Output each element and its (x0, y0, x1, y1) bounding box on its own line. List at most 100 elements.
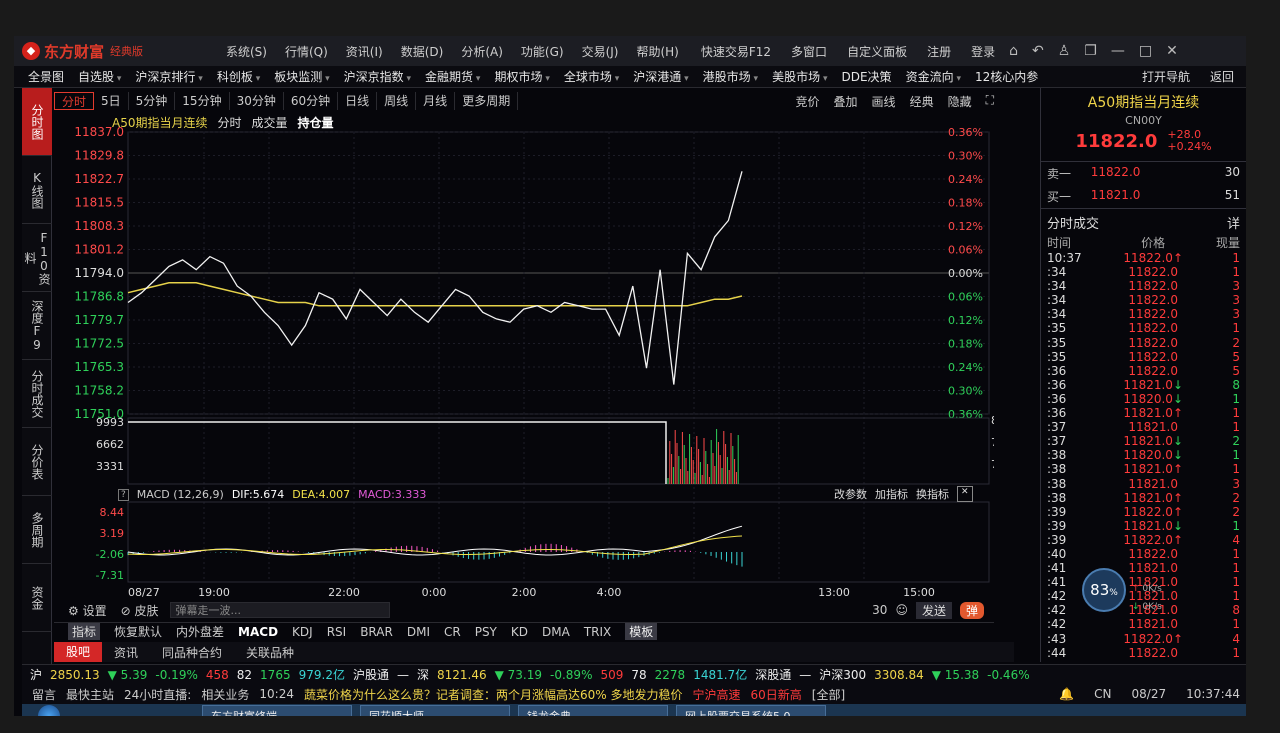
help-icon[interactable]: ? (118, 488, 129, 501)
indicator-inout[interactable]: 内外盘差 (176, 623, 224, 640)
leave-message-button[interactable]: 留言 (32, 686, 56, 703)
danmu-toggle[interactable]: 弹 (959, 601, 984, 619)
minimize-icon[interactable]: — (1111, 43, 1125, 59)
indicator-tab-label[interactable]: 指标 (68, 623, 101, 640)
draw-button[interactable]: 画线 (872, 93, 896, 110)
menu-help[interactable]: 帮助(H) (636, 43, 678, 60)
nav-options[interactable]: 期权市场 (494, 68, 549, 85)
indicator-reset[interactable]: 恢复默认 (114, 623, 162, 640)
period-15min[interactable]: 15分钟 (175, 92, 230, 110)
menu-function[interactable]: 功能(G) (521, 43, 564, 60)
bell-icon[interactable]: 🔔 (1059, 687, 1074, 701)
send-button[interactable]: 发送 (915, 601, 952, 619)
period-5min[interactable]: 5分钟 (129, 92, 176, 110)
indicator-trix[interactable]: TRIX (584, 625, 611, 639)
nav-indices[interactable]: 沪深京指数 (344, 68, 411, 85)
tab-f10[interactable]: F10资料 (22, 224, 52, 292)
overlay-button[interactable]: 叠加 (834, 93, 858, 110)
nav-us[interactable]: 美股市场 (772, 68, 827, 85)
tab-depth[interactable]: 深度F9 (22, 292, 52, 360)
fastest-server[interactable]: 最快主站 (66, 686, 114, 703)
shirt-icon[interactable]: ♙ (1058, 43, 1071, 59)
tab-same-contract[interactable]: 同品种合约 (150, 644, 234, 661)
nav-hk[interactable]: 港股市场 (703, 68, 758, 85)
open-nav-button[interactable]: 打开导航 (1142, 68, 1190, 85)
tab-news[interactable]: 资讯 (102, 644, 150, 661)
back-icon[interactable]: ↶ (1032, 43, 1044, 59)
oi-label[interactable]: 持仓量 (298, 114, 334, 131)
indicator-template[interactable]: 模板 (625, 623, 658, 640)
emoji-icon[interactable]: ☺ (895, 603, 908, 617)
indicator-rsi[interactable]: RSI (327, 625, 347, 639)
tab-kline[interactable]: K线图 (22, 156, 52, 224)
nav-global[interactable]: 全球市场 (564, 68, 619, 85)
hs300-value[interactable]: 3308.84 (874, 668, 924, 682)
tab-price-table[interactable]: 分价表 (22, 428, 52, 496)
indicator-kdj[interactable]: KDJ (292, 625, 313, 639)
sgt-label[interactable]: 深股通 (755, 666, 791, 683)
login-link[interactable]: 登录 (971, 43, 995, 60)
menu-info[interactable]: 资讯(I) (346, 43, 383, 60)
period-day[interactable]: 日线 (338, 92, 378, 110)
all-alerts[interactable]: [全部] (812, 686, 845, 703)
taskbar-trade-system[interactable]: 网上股票交易系统5.0 (676, 705, 826, 716)
nav-watchlist[interactable]: 自选股 (78, 68, 121, 85)
menu-quote[interactable]: 行情(Q) (285, 43, 328, 60)
news-headline[interactable]: 蔬菜价格为什么这么贵？记者调查：两个月涨幅高达60% 多地发力稳价 (304, 686, 683, 703)
tab-forum[interactable]: 股吧 (54, 642, 103, 662)
menu-analysis[interactable]: 分析(A) (461, 43, 503, 60)
indicator-dmi[interactable]: DMI (407, 625, 430, 639)
quick-trade-button[interactable]: 快速交易F12 (701, 43, 771, 60)
stock-alert[interactable]: 宁沪高速 (692, 686, 740, 703)
tab-intraday[interactable]: 分时图 (22, 88, 52, 156)
home-icon[interactable]: ⌂ (1009, 43, 1018, 59)
nav-star-market[interactable]: 科创板 (217, 68, 260, 85)
sh-value[interactable]: 2850.13 (50, 668, 100, 682)
hgt-label[interactable]: 沪股通 (353, 666, 389, 683)
trades-detail-link[interactable]: 详 (1227, 213, 1240, 232)
sz-value[interactable]: 8121.46 (437, 668, 487, 682)
period-intraday[interactable]: 分时 (54, 92, 95, 110)
classic-button[interactable]: 经典 (910, 93, 934, 110)
period-week[interactable]: 周线 (377, 92, 417, 110)
tab-capital[interactable]: 资金 (22, 564, 52, 632)
restore-icon[interactable]: ❐ (1084, 43, 1097, 59)
period-more[interactable]: 更多周期 (455, 92, 519, 110)
period-30min[interactable]: 30分钟 (230, 92, 284, 110)
skin-button[interactable]: ⊘ 皮肤 (121, 602, 159, 619)
volume-label[interactable]: 成交量 (252, 114, 288, 131)
indicator-macd[interactable]: MACD (238, 625, 278, 639)
indicator-kd[interactable]: KD (511, 625, 528, 639)
menu-trade[interactable]: 交易(J) (582, 43, 619, 60)
change-params-button[interactable]: 改参数 (834, 486, 867, 502)
add-indicator-button[interactable]: 加指标 (875, 486, 908, 502)
live-text[interactable]: 相关业务 (201, 686, 249, 703)
indicator-brar[interactable]: BRAR (360, 625, 393, 639)
danmu-input[interactable]: 弹幕走一波... (170, 602, 391, 618)
menu-data[interactable]: 数据(D) (401, 43, 444, 60)
multi-window-button[interactable]: 多窗口 (791, 43, 827, 60)
register-link[interactable]: 注册 (927, 43, 951, 60)
indicator-psy[interactable]: PSY (475, 625, 497, 639)
menu-system[interactable]: 系统(S) (226, 43, 267, 60)
fullscreen-icon[interactable]: ⛶ (986, 93, 994, 110)
nav-futures[interactable]: 金融期货 (425, 68, 480, 85)
nav-connect[interactable]: 沪深港通 (633, 68, 688, 85)
hide-button[interactable]: 隐藏 (948, 93, 972, 110)
indicator-dma[interactable]: DMA (542, 625, 570, 639)
taskbar-eastmoney[interactable]: 东方财富终端 (202, 705, 352, 716)
custom-panel-button[interactable]: 自定义面板 (847, 43, 907, 60)
network-speed-badge[interactable]: 83% (1082, 568, 1126, 612)
tab-ticks[interactable]: 分时成交 (22, 360, 52, 428)
settings-button[interactable]: ⚙ 设置 (68, 602, 107, 619)
taskbar-ths[interactable]: 同花顺大师 (360, 705, 510, 716)
nav-sector-monitor[interactable]: 板块监测 (274, 68, 329, 85)
maximize-icon[interactable]: □ (1139, 43, 1152, 59)
period-60min[interactable]: 60分钟 (284, 92, 339, 110)
nav-panorama[interactable]: 全景图 (28, 68, 64, 85)
tab-multi-period[interactable]: 多周期 (22, 496, 52, 564)
period-month[interactable]: 月线 (416, 92, 456, 110)
swap-indicator-button[interactable]: 换指标 (916, 486, 949, 502)
period-5day[interactable]: 5日 (94, 92, 129, 110)
close-indicator-icon[interactable]: ✕ (957, 486, 973, 502)
